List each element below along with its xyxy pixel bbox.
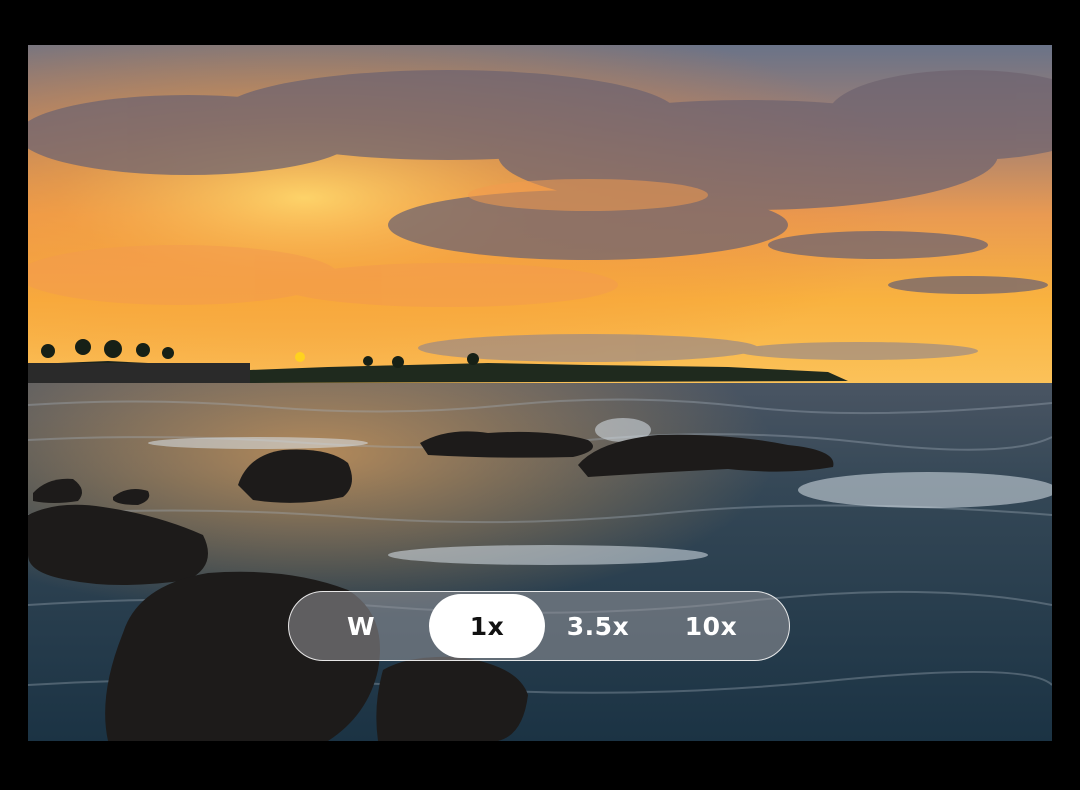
zoom-option-1x[interactable]: 1x xyxy=(429,594,545,658)
zoom-option-10x[interactable]: 10x xyxy=(651,594,771,658)
zoom-option-3-5x[interactable]: 3.5x xyxy=(545,594,651,658)
zoom-selector: W 1x 3.5x 10x xyxy=(288,591,790,661)
camera-screen: W 1x 3.5x 10x xyxy=(0,0,1080,790)
zoom-option-wide[interactable]: W xyxy=(293,594,429,658)
